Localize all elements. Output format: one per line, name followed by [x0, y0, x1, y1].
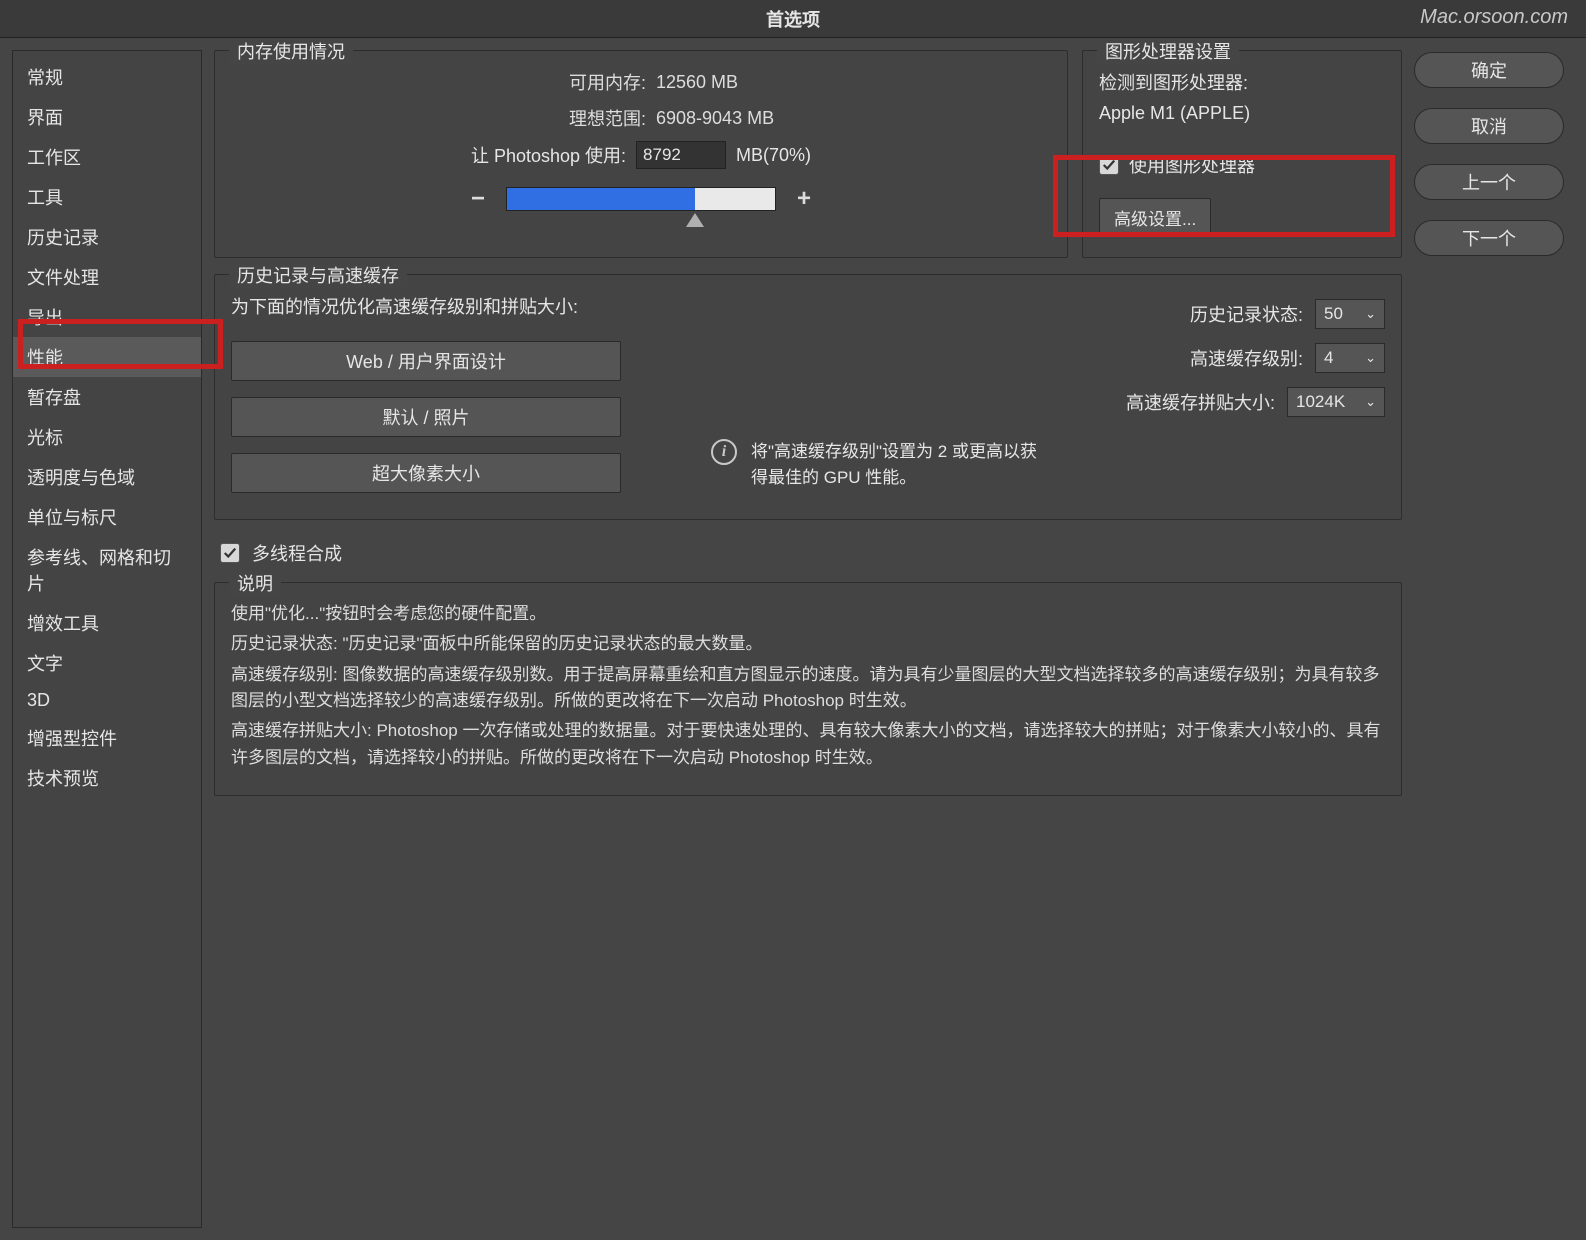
advanced-settings-button[interactable]: 高级设置...: [1099, 198, 1211, 237]
window-title: 首选项: [766, 6, 820, 32]
preset-web-button[interactable]: Web / 用户界面设计: [231, 341, 621, 381]
gpu-legend: 图形处理器设置: [1097, 38, 1239, 64]
sidebar: 常规 界面 工作区 工具 历史记录 文件处理 导出 性能 暂存盘 光标 透明度与…: [12, 50, 202, 1228]
sidebar-item-3d[interactable]: 3D: [13, 683, 201, 718]
sidebar-item-general[interactable]: 常规: [13, 57, 201, 97]
preset-default-button[interactable]: 默认 / 照片: [231, 397, 621, 437]
desc-line-2: 历史记录状态: "历史记录"面板中所能保留的历史记录状态的最大数量。: [231, 631, 1385, 657]
slider-thumb-icon[interactable]: [686, 213, 704, 227]
sidebar-item-guides[interactable]: 参考线、网格和切片: [13, 537, 201, 603]
minus-icon[interactable]: −: [466, 185, 490, 213]
description-group: 说明 使用"优化..."按钮时会考虑您的硬件配置。 历史记录状态: "历史记录"…: [214, 582, 1402, 796]
memory-slider[interactable]: [506, 187, 776, 211]
history-states-select[interactable]: 50 ⌄: [1315, 299, 1385, 329]
sidebar-item-workspace[interactable]: 工作区: [13, 137, 201, 177]
memory-input[interactable]: [636, 141, 726, 169]
chevron-down-icon: ⌄: [1365, 394, 1376, 410]
available-ram-value: 12560 MB: [656, 72, 836, 93]
chevron-down-icon: ⌄: [1365, 350, 1376, 366]
info-icon: i: [711, 439, 737, 465]
sidebar-item-transparency[interactable]: 透明度与色域: [13, 457, 201, 497]
sidebar-item-interface[interactable]: 界面: [13, 97, 201, 137]
check-icon: [1102, 158, 1116, 172]
cache-tile-label: 高速缓存拼贴大小:: [1126, 389, 1275, 415]
detected-gpu-value: Apple M1 (APPLE): [1099, 103, 1385, 124]
sidebar-item-enhanced-controls[interactable]: 增强型控件: [13, 718, 201, 758]
cache-info-text: 将"高速缓存级别"设置为 2 或更高以获得最佳的 GPU 性能。: [751, 439, 1051, 490]
cancel-button[interactable]: 取消: [1414, 108, 1564, 144]
next-button[interactable]: 下一个: [1414, 220, 1564, 256]
sidebar-item-performance[interactable]: 性能: [13, 337, 201, 377]
preset-huge-button[interactable]: 超大像素大小: [231, 453, 621, 493]
description-legend: 说明: [229, 570, 281, 596]
slider-fill: [507, 188, 695, 210]
cache-tile-select[interactable]: 1024K ⌄: [1287, 387, 1385, 417]
cache-levels-value: 4: [1324, 348, 1333, 368]
use-gpu-checkbox[interactable]: [1099, 155, 1119, 175]
prev-button[interactable]: 上一个: [1414, 164, 1564, 200]
sidebar-item-cursors[interactable]: 光标: [13, 417, 201, 457]
history-states-label: 历史记录状态:: [1190, 301, 1303, 327]
desc-line-4: 高速缓存拼贴大小: Photoshop 一次存储或处理的数据量。对于要快速处理的…: [231, 718, 1385, 771]
history-legend: 历史记录与高速缓存: [229, 262, 407, 288]
multithread-label: 多线程合成: [252, 540, 342, 566]
cache-levels-label: 高速缓存级别:: [1190, 345, 1303, 371]
history-states-value: 50: [1324, 304, 1343, 324]
sidebar-item-history-log[interactable]: 历史记录: [13, 217, 201, 257]
desc-line-1: 使用"优化..."按钮时会考虑您的硬件配置。: [231, 601, 1385, 627]
chevron-down-icon: ⌄: [1365, 306, 1376, 322]
sidebar-item-units[interactable]: 单位与标尺: [13, 497, 201, 537]
memory-legend: 内存使用情况: [229, 38, 353, 64]
sidebar-item-tech-preview[interactable]: 技术预览: [13, 758, 201, 798]
sidebar-item-file-handling[interactable]: 文件处理: [13, 257, 201, 297]
memory-usage-group: 内存使用情况 可用内存: 12560 MB 理想范围: 6908-9043 MB…: [214, 50, 1068, 258]
use-gpu-label: 使用图形处理器: [1129, 152, 1255, 178]
cache-tile-value: 1024K: [1296, 392, 1345, 412]
available-ram-label: 可用内存:: [446, 69, 646, 95]
sidebar-item-type[interactable]: 文字: [13, 643, 201, 683]
multithread-checkbox[interactable]: [220, 543, 240, 563]
sidebar-item-export[interactable]: 导出: [13, 297, 201, 337]
check-icon: [223, 546, 237, 560]
ideal-range-label: 理想范围:: [446, 105, 646, 131]
gpu-settings-group: 图形处理器设置 检测到图形处理器: Apple M1 (APPLE) 使用图形处…: [1082, 50, 1402, 258]
cache-levels-select[interactable]: 4 ⌄: [1315, 343, 1385, 373]
optimize-label: 为下面的情况优化高速缓存级别和拼贴大小:: [231, 293, 631, 319]
watermark: Mac.orsoon.com: [1420, 6, 1568, 29]
sidebar-item-tools[interactable]: 工具: [13, 177, 201, 217]
history-cache-group: 历史记录与高速缓存 为下面的情况优化高速缓存级别和拼贴大小: Web / 用户界…: [214, 274, 1402, 520]
plus-icon[interactable]: +: [792, 185, 816, 213]
let-ps-use-label: 让 Photoshop 使用:: [471, 142, 626, 168]
titlebar: 首选项 Mac.orsoon.com: [0, 0, 1586, 38]
detected-gpu-label: 检测到图形处理器:: [1099, 69, 1385, 95]
sidebar-item-scratch-disks[interactable]: 暂存盘: [13, 377, 201, 417]
desc-line-3: 高速缓存级别: 图像数据的高速缓存级别数。用于提高屏幕重绘和直方图显示的速度。请…: [231, 662, 1385, 715]
ideal-range-value: 6908-9043 MB: [656, 108, 836, 129]
sidebar-item-plugins[interactable]: 增效工具: [13, 603, 201, 643]
ok-button[interactable]: 确定: [1414, 52, 1564, 88]
memory-unit: MB(70%): [736, 145, 811, 166]
